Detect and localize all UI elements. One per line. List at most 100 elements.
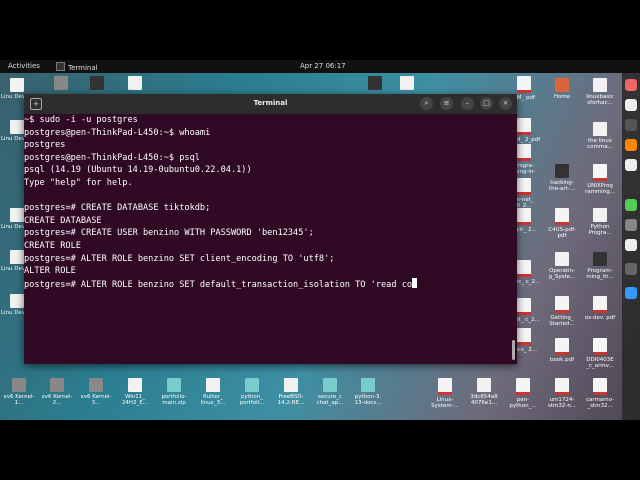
- terminal-line: postgres@pen-ThinkPad-L450:~$ whoami: [24, 127, 211, 138]
- image-file-icon: [12, 378, 26, 392]
- image-file-icon: [89, 378, 103, 392]
- menu-icon[interactable]: ≡: [440, 97, 453, 110]
- terminal-line: CREATE DATABASE: [24, 215, 102, 226]
- pdf-file-icon: [555, 378, 569, 395]
- desktop-icon[interactable]: FreeBSD- 14.2-RE...: [274, 378, 308, 406]
- app-icon[interactable]: [625, 239, 637, 251]
- zip-file-icon: [323, 378, 337, 392]
- desktop-icon[interactable]: xv6 Kernel-3...: [79, 378, 113, 406]
- app-menu[interactable]: Terminal: [56, 62, 98, 72]
- zip-file-icon: [167, 378, 181, 392]
- desktop-icon[interactable]: linuxbasic sforhac...: [583, 78, 617, 106]
- pdf-file-icon: [593, 208, 607, 222]
- desktop-icon[interactable]: [358, 76, 392, 92]
- desktop-icon[interactable]: Program- ming_th...: [583, 252, 617, 280]
- desktop-icon[interactable]: um1724- stm32-n...: [545, 378, 579, 409]
- file-icon: [10, 294, 24, 308]
- terminal-output[interactable]: ~$ sudo -i -u postgres postgres@pen-Thin…: [24, 114, 511, 364]
- terminal-line: postgres@pen-ThinkPad-L450:~$ psql: [24, 152, 200, 163]
- terminal-window[interactable]: + Terminal ⌕ ≡ – □ × ~$ sudo -i -u postg…: [24, 94, 517, 364]
- close-icon[interactable]: ×: [499, 97, 512, 110]
- settings-icon[interactable]: [625, 159, 637, 171]
- desktop-icon[interactable]: os-dev. pdf: [583, 296, 617, 321]
- desktop-icon[interactable]: the linux comma...: [583, 122, 617, 150]
- desktop-icon[interactable]: 3dc854a8 4076e1...: [467, 378, 501, 406]
- files-icon[interactable]: [625, 99, 637, 111]
- terminal-line: CREATE ROLE: [24, 240, 81, 251]
- pdf-file-icon: [593, 252, 607, 266]
- terminal-icon[interactable]: [625, 179, 637, 191]
- desktop-icon[interactable]: Getting_ Started...: [545, 296, 579, 327]
- pdf-file-icon: [555, 164, 569, 178]
- app-icon[interactable]: [625, 119, 637, 131]
- desktop-icon[interactable]: python_ portfoli...: [235, 378, 269, 406]
- desktop-icon[interactable]: Home: [545, 78, 579, 100]
- file-icon: [128, 378, 142, 392]
- file-icon: [400, 76, 414, 90]
- desktop-icon[interactable]: C4US-pdf- pdf: [545, 208, 579, 239]
- terminal-line: postgres=# ALTER ROLE benzino SET client…: [24, 253, 335, 264]
- desktop-icon[interactable]: portfolio- main.zip: [157, 378, 191, 406]
- search-icon[interactable]: ⌕: [420, 97, 433, 110]
- pdf-file-icon: [555, 252, 569, 266]
- terminal-line: postgres=# CREATE USER benzino WITH PASS…: [24, 228, 314, 239]
- desktop-icon[interactable]: [44, 76, 78, 92]
- desktop-icon[interactable]: Linux- System-...: [428, 378, 462, 409]
- terminal-titlebar[interactable]: + Terminal ⌕ ≡ – □ ×: [24, 94, 517, 114]
- app-icon[interactable]: [625, 287, 637, 299]
- desktop-icon[interactable]: xv6 Kernel-2...: [40, 378, 74, 406]
- desktop-icon[interactable]: xv6 Kernel-1...: [2, 378, 36, 406]
- desktop-icon[interactable]: [80, 76, 114, 92]
- file-icon: [90, 76, 104, 90]
- activities-button[interactable]: Activities: [8, 62, 40, 70]
- file-icon: [206, 378, 220, 392]
- desktop-icon[interactable]: python-3. 13-docs...: [351, 378, 385, 406]
- pdf-file-icon: [517, 144, 531, 161]
- pdf-file-icon: [438, 378, 452, 395]
- terminal-scrollbar[interactable]: [512, 340, 515, 360]
- desktop-icon[interactable]: DDI0403E _c_armv...: [583, 338, 617, 369]
- file-icon: [10, 208, 24, 222]
- desktop-icon[interactable]: [390, 76, 424, 92]
- terminal-line: Type "help" for help.: [24, 177, 133, 188]
- desktop-screen: Activities Terminal Apr 27 06:17 Linu De…: [0, 60, 640, 420]
- desktop-icon[interactable]: carmamo- _stm32...: [583, 378, 617, 409]
- app-menu-label: Terminal: [68, 64, 98, 72]
- app-icon[interactable]: [625, 199, 637, 211]
- desktop-icon[interactable]: pen- python_...: [506, 378, 540, 409]
- desktop-icon[interactable]: Python Progra...: [583, 208, 617, 236]
- image-file-icon: [54, 76, 68, 90]
- desktop-icon[interactable]: Operatin- g_Syste...: [545, 252, 579, 280]
- desktop-icon[interactable]: flutter_ linux_3...: [196, 378, 230, 406]
- app-icon[interactable]: [625, 219, 637, 231]
- pdf-file-icon: [593, 296, 607, 313]
- pdf-file-icon: [517, 178, 531, 195]
- file-icon: [10, 120, 24, 134]
- terminal-input-line[interactable]: postgres=# ALTER ROLE benzino SET defaul…: [24, 277, 511, 291]
- desktop-icon[interactable]: UNIXProg ramming...: [583, 164, 617, 195]
- pdf-file-icon: [593, 78, 607, 92]
- home-folder-icon: [555, 78, 569, 92]
- terminal-line: postgres=# CREATE DATABASE tiktokdb;: [24, 203, 211, 214]
- desktop-icon[interactable]: hacking- the-art-...: [545, 164, 579, 192]
- letterbox-bottom: [0, 420, 640, 480]
- maximize-icon[interactable]: □: [480, 97, 493, 110]
- software-icon[interactable]: [625, 139, 637, 151]
- desktop-icon[interactable]: book.pdf: [545, 338, 579, 363]
- desktop-icon[interactable]: secure_c chat_ap...: [313, 378, 347, 406]
- file-icon: [128, 76, 142, 90]
- pdf-file-icon: [555, 208, 569, 225]
- desktop-icon[interactable]: Win11_ 24H2_E...: [118, 378, 152, 406]
- clock[interactable]: Apr 27 06:17: [300, 62, 346, 70]
- terminal-app-icon: [56, 62, 65, 71]
- app-icon[interactable]: [625, 263, 637, 275]
- desktop-icon[interactable]: [118, 76, 152, 92]
- firefox-icon[interactable]: [625, 79, 637, 91]
- dock: [622, 73, 640, 420]
- letterbox-top: [0, 0, 640, 60]
- pdf-file-icon: [555, 338, 569, 355]
- file-icon: [477, 378, 491, 392]
- pdf-file-icon: [593, 338, 607, 355]
- minimize-icon[interactable]: –: [461, 97, 474, 110]
- pdf-file-icon: [555, 296, 569, 313]
